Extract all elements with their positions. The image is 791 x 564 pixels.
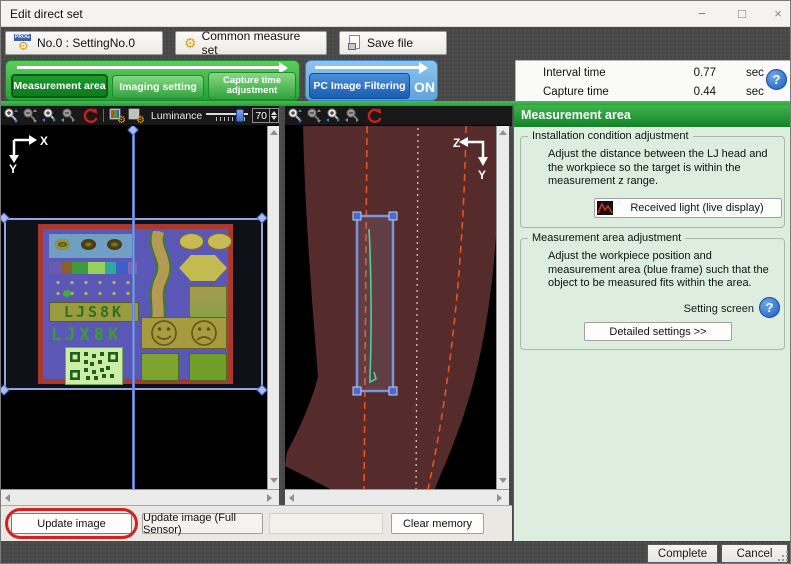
flow-arrow-blue <box>315 66 419 69</box>
target-color-bar <box>49 262 137 274</box>
blank-button-slot <box>269 513 383 534</box>
setting-screen-help-button[interactable]: ? <box>759 297 780 318</box>
luminance-spinner[interactable] <box>269 109 278 122</box>
timing-help-button[interactable]: ? <box>766 69 787 90</box>
measurement-area-panel: Measurement area Installation condition … <box>513 105 791 541</box>
update-image-full-sensor-button[interactable]: Update image (Full Sensor) <box>142 513 263 534</box>
reset-view-icon[interactable] <box>82 107 100 124</box>
tab-imaging-setting[interactable]: Imaging setting <box>112 75 204 99</box>
zoom-in-horizontal-icon[interactable] <box>40 107 58 124</box>
target-ljx8k-text: LJX8K <box>51 325 122 345</box>
minimize-button[interactable]: − <box>685 1 719 26</box>
save-file-label: Save file <box>367 36 413 50</box>
received-light-icon <box>597 201 613 215</box>
toolbar-separator <box>103 109 104 122</box>
color-image-settings-icon[interactable]: ⚙ <box>108 107 126 124</box>
tab-capture-time-adjustment[interactable]: Capture time adjustment <box>208 72 296 100</box>
received-light-label: Received light (live display) <box>613 202 781 214</box>
complete-button[interactable]: Complete <box>647 544 718 563</box>
profile-reset-view-icon[interactable] <box>366 107 384 124</box>
svg-text:Y: Y <box>478 168 486 182</box>
profile-vertical-scrollbar[interactable] <box>496 126 509 489</box>
update-image-button[interactable]: Update image <box>11 513 132 534</box>
target-hexagon <box>179 255 227 281</box>
pc-filter-state: ON <box>414 79 435 95</box>
gear-icon: ⚙ <box>184 36 197 50</box>
luminance-slider-thumb[interactable] <box>236 109 244 122</box>
window-title: Edit direct set <box>10 7 83 21</box>
zoom-in-vertical-icon[interactable] <box>2 107 20 124</box>
zoom-out-vertical-icon[interactable] <box>21 107 39 124</box>
svg-text:⚙: ⚙ <box>117 115 126 124</box>
prog-gear-icon: PROG ⚙ <box>14 34 32 52</box>
profile-horizontal-scrollbar[interactable] <box>285 489 509 505</box>
measurement-area-adjustment-desc: Adjust the workpiece position and measur… <box>548 250 778 291</box>
profile-toolbar <box>285 106 512 126</box>
setting-screen-label: Setting screen <box>664 303 754 315</box>
flow-arrow-green <box>17 66 279 69</box>
title-bar <box>1 1 790 27</box>
common-measure-set-label: Common measure set <box>202 29 318 57</box>
profile-zoom-in-vertical-icon[interactable] <box>286 107 304 124</box>
capture-time-value: 0.44 <box>666 86 716 98</box>
luminance-label: Luminance <box>151 110 202 122</box>
zoom-out-horizontal-icon[interactable] <box>59 107 77 124</box>
interval-time-unit: sec <box>746 67 764 79</box>
luminance-value: 70 <box>253 110 269 122</box>
left-vertical-scrollbar[interactable] <box>267 126 279 489</box>
svg-text:⚙: ⚙ <box>136 115 145 124</box>
left-image-toolbar: ⚙ ⚙ Luminance 70 <box>1 106 279 126</box>
profile-zoom-out-vertical-icon[interactable] <box>305 107 323 124</box>
left-horizontal-scrollbar[interactable] <box>1 489 279 505</box>
profile-zoom-out-horizontal-icon[interactable] <box>343 107 361 124</box>
svg-text:Z: Z <box>453 136 460 150</box>
capture-time-label: Capture time <box>543 86 609 98</box>
height-image-canvas[interactable]: X Y LJS8K LJX8K <box>1 126 267 489</box>
target-faces-plate <box>141 317 227 349</box>
capture-time-unit: sec <box>746 86 764 98</box>
setting-no-label: No.0 : SettingNo.0 <box>37 36 135 50</box>
interval-time-value: 0.77 <box>666 67 716 79</box>
setting-no-button[interactable]: PROG ⚙ No.0 : SettingNo.0 <box>5 31 163 55</box>
right-panel-header: Measurement area <box>514 105 791 127</box>
close-button[interactable]: × <box>761 1 791 26</box>
target-square-1 <box>141 353 179 381</box>
tab-measurement-area[interactable]: Measurement area <box>11 74 108 98</box>
interval-time-label: Interval time <box>543 67 606 79</box>
crosshair-handle[interactable] <box>127 126 138 136</box>
profile-zoom-in-horizontal-icon[interactable] <box>324 107 342 124</box>
gray-image-settings-icon[interactable]: ⚙ <box>127 107 145 124</box>
common-measure-set-button[interactable]: ⚙ Common measure set <box>175 31 327 55</box>
edit-direct-set-dialog: Edit direct set − □ × PROG ⚙ No.0 : Sett… <box>0 0 791 564</box>
svg-text:X: X <box>40 134 48 148</box>
tab-pc-image-filtering[interactable]: PC Image Filtering <box>309 73 410 99</box>
clear-memory-button[interactable]: Clear memory <box>391 513 484 534</box>
installation-condition-desc: Adjust the distance between the LJ head … <box>548 148 776 189</box>
target-ljs8k-plate: LJS8K <box>49 302 139 322</box>
measurement-area-adjustment-title: Measurement area adjustment <box>528 232 685 244</box>
xy-axis-indicator: X Y <box>7 131 53 173</box>
profile-measure-rect <box>357 216 393 391</box>
luminance-slider[interactable] <box>206 109 247 123</box>
maximize-button[interactable]: □ <box>725 1 759 26</box>
save-file-button[interactable]: Save file <box>339 31 447 55</box>
flow-arrowhead-blue <box>419 62 428 74</box>
target-wavy-stripe <box>141 231 183 323</box>
profile-canvas[interactable]: Z Y <box>285 126 496 489</box>
luminance-value-box[interactable]: 70 <box>252 108 279 123</box>
detailed-settings-button[interactable]: Detailed settings >> <box>584 322 732 341</box>
target-qr-code <box>65 347 123 385</box>
target-square-2 <box>189 353 227 381</box>
received-light-button[interactable]: Received light (live display) <box>594 198 782 218</box>
workpiece-height-image: LJS8K LJX8K <box>38 224 233 384</box>
crosshair-vline[interactable] <box>132 126 135 489</box>
installation-condition-title: Installation condition adjustment <box>528 130 693 142</box>
resize-grip[interactable] <box>778 551 790 563</box>
save-file-icon <box>348 35 362 51</box>
svg-text:Y: Y <box>9 162 17 173</box>
